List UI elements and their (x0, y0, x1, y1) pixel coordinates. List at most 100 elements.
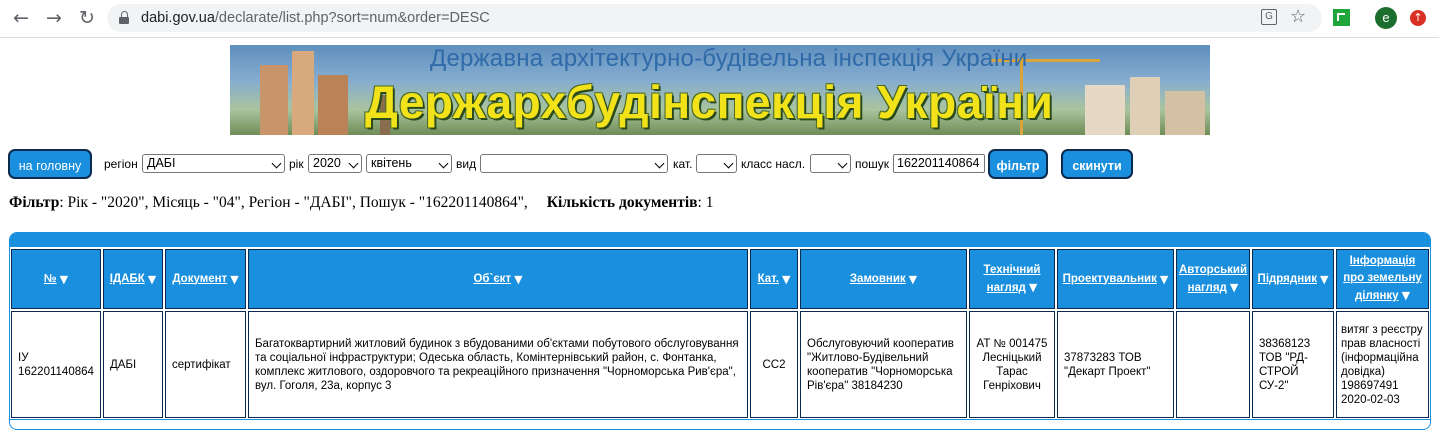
cell-document: сертифікат (165, 311, 246, 418)
category-label: кат. (673, 157, 693, 171)
filter-summary-label: Фільтр (9, 194, 60, 211)
column-header-author-supervision[interactable]: Авторський нагляд ▼ (1176, 249, 1250, 309)
column-header-customer[interactable]: Замовник ▼ (800, 249, 967, 309)
chevron-down-icon (438, 158, 449, 169)
sort-desc-icon[interactable]: ▼ (230, 271, 238, 288)
cell-land-info: витяг з реєстру прав власності (інформац… (1336, 311, 1429, 418)
column-header-contractor[interactable]: Підрядник ▼ (1252, 249, 1334, 309)
column-header-document[interactable]: Документ ▼ (165, 249, 246, 309)
column-header-label[interactable]: № (44, 271, 57, 288)
chevron-down-icon (654, 158, 665, 169)
column-header-label[interactable]: про земельну (1343, 270, 1422, 287)
extension-icon[interactable] (1333, 9, 1350, 26)
type-label: вид (456, 157, 477, 171)
year-select[interactable]: 2020 (308, 154, 362, 173)
column-header-designer[interactable]: Проектувальник ▼ (1057, 249, 1174, 309)
star-icon[interactable]: ☆ (1290, 6, 1306, 27)
sort-desc-icon[interactable]: ▼ (60, 271, 68, 288)
update-icon[interactable]: ↑ (1410, 10, 1426, 26)
column-header-label[interactable]: Підрядник (1258, 271, 1317, 288)
url-text[interactable]: dabi.gov.ua/declarate/list.php?sort=num&… (141, 10, 490, 26)
sort-desc-icon[interactable]: ▼ (514, 271, 522, 288)
column-header-label[interactable]: Об`єкт (473, 271, 511, 288)
url-host: dabi.gov.ua (141, 10, 215, 26)
banner-title: Держархбудінспекція України (365, 76, 1054, 128)
doc-count-label: Кількість документів (546, 194, 698, 211)
category-select[interactable] (696, 154, 737, 173)
column-header-land-info[interactable]: Інформація про земельну ділянку ▼ (1336, 249, 1429, 309)
banner-building (1085, 85, 1125, 135)
browser-toolbar: ← → ↻ dabi.gov.ua/declarate/list.php?sor… (0, 0, 1439, 38)
month-select-value: квітень (371, 156, 412, 170)
cell-contractor: 38368123 ТОВ "РД-СТРОЙ СУ-2" (1252, 311, 1334, 418)
column-header-num[interactable]: № ▼ (11, 249, 101, 309)
site-banner: Державна архітектурно-будівельна інспекц… (230, 45, 1210, 135)
column-header-label[interactable]: нагляд (1188, 282, 1227, 294)
address-bar[interactable]: dabi.gov.ua/declarate/list.php?sort=num&… (107, 4, 1322, 32)
year-select-value: 2020 (313, 156, 341, 170)
reset-button[interactable]: скинути (1061, 149, 1133, 179)
column-header-cat[interactable]: Кат. ▼ (750, 249, 798, 309)
lock-icon[interactable] (119, 11, 129, 24)
column-header-label[interactable]: Інформація (1350, 253, 1416, 270)
cell-num: ІУ 162201140864 (11, 311, 101, 418)
declarations-table: № ▼ ІДАБК ▼ Документ ▼ Об`єкт ▼ Кат. ▼ Замовн… (9, 232, 1431, 430)
sort-desc-icon[interactable]: ▼ (148, 271, 156, 288)
reload-icon[interactable]: ↻ (76, 7, 98, 29)
forward-arrow-icon[interactable]: → (43, 7, 65, 29)
column-header-tech-supervision[interactable]: Технічний нагляд ▼ (969, 249, 1055, 309)
region-select[interactable]: ДАБІ (142, 154, 285, 173)
back-arrow-icon[interactable]: ← (10, 7, 32, 29)
chevron-down-icon (723, 158, 734, 169)
sort-desc-icon[interactable]: ▼ (1230, 281, 1238, 294)
sort-desc-icon[interactable]: ▼ (1320, 271, 1328, 288)
search-label: пошук (855, 157, 890, 171)
column-header-label[interactable]: нагляд (987, 282, 1026, 294)
column-header-label[interactable]: Документ (172, 271, 227, 288)
column-header-label[interactable]: Проектувальник (1063, 271, 1157, 288)
translate-icon[interactable]: G (1261, 9, 1277, 25)
type-select[interactable] (480, 154, 668, 173)
sort-desc-icon[interactable]: ▼ (1029, 281, 1037, 294)
sort-desc-icon[interactable]: ▼ (1402, 289, 1410, 302)
banner-building (1165, 91, 1205, 135)
home-button[interactable]: на головну (8, 149, 92, 179)
column-header-label[interactable]: Кат. (758, 271, 779, 288)
chevron-down-icon (271, 158, 282, 169)
search-input[interactable]: 162201140864 (893, 154, 985, 173)
chevron-down-icon (348, 158, 359, 169)
profile-icon[interactable]: e (1375, 7, 1397, 29)
month-select[interactable]: квітень (366, 154, 452, 173)
filter-summary-text: : Рік - "2020", Місяць - "04", Регіон - … (59, 194, 528, 211)
class-select[interactable] (810, 154, 851, 173)
cell-idabk: ДАБІ (103, 311, 163, 418)
year-label: рік (289, 157, 304, 171)
column-header-idabk[interactable]: ІДАБК ▼ (103, 249, 163, 309)
sort-desc-icon[interactable]: ▼ (909, 271, 917, 288)
column-header-object[interactable]: Об`єкт ▼ (248, 249, 748, 309)
doc-count-value: : 1 (697, 194, 714, 211)
class-label: класс насл. (741, 157, 806, 171)
cell-author-supervision (1176, 311, 1250, 418)
sort-desc-icon[interactable]: ▼ (782, 271, 790, 288)
filter-summary: Фільтр: Рік - "2020", Місяць - "04", Рег… (9, 194, 713, 212)
table-bottom-line (10, 419, 1430, 420)
chevron-down-icon (837, 158, 848, 169)
filter-button[interactable]: фільтр (988, 149, 1048, 179)
column-header-label[interactable]: Авторський (1179, 262, 1247, 279)
url-path: /declarate/list.php?sort=num&order=DESC (214, 10, 490, 26)
sort-desc-icon[interactable]: ▼ (1160, 271, 1168, 288)
cell-object: Багатоквартирний житловий будинок з вбуд… (248, 311, 748, 418)
cell-designer: 37873283 ТОВ "Декарт Проект" (1057, 311, 1174, 418)
column-header-label[interactable]: ділянку (1355, 290, 1399, 302)
table-top-bar (10, 233, 1430, 247)
column-header-label[interactable]: Замовник (850, 271, 906, 288)
cell-customer: Обслуговуючий кооператив "Житлово-Будіве… (800, 311, 967, 418)
column-header-label[interactable]: ІДАБК (110, 271, 145, 288)
region-label: регіон (104, 157, 138, 171)
column-header-label[interactable]: Технічний (984, 262, 1041, 279)
banner-building (292, 51, 314, 135)
banner-building (260, 65, 288, 135)
banner-building (318, 75, 348, 135)
cell-category: СС2 (750, 311, 798, 418)
